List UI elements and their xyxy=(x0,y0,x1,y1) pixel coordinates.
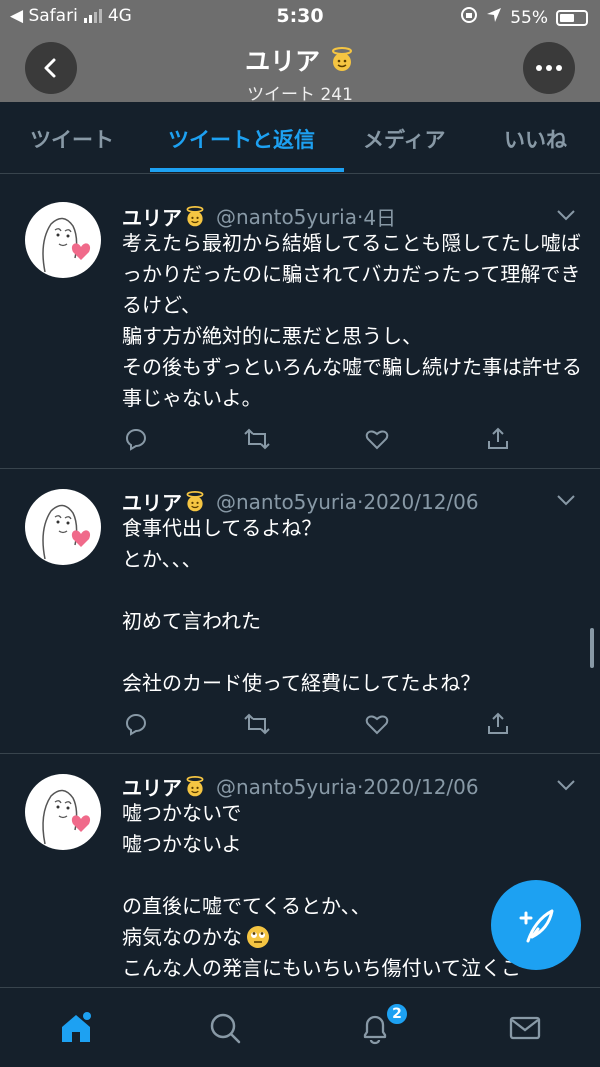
orientation-lock-icon xyxy=(460,6,478,29)
tweet-handle[interactable]: @nanto5yuria xyxy=(216,490,357,514)
scroll-indicator[interactable] xyxy=(590,628,594,668)
reply-icon[interactable] xyxy=(122,425,150,453)
search-icon[interactable] xyxy=(207,1010,243,1046)
angel-emoji-icon xyxy=(331,47,352,71)
battery-icon xyxy=(556,9,588,26)
mail-icon[interactable] xyxy=(507,1010,543,1046)
tweet-date: 4日 xyxy=(363,206,397,230)
angel-emoji-icon xyxy=(186,775,204,796)
tweet-item[interactable]: ユリア @nanto5yuria · 2020/12/06 食事代出してるよね？… xyxy=(0,469,600,754)
tweet-date: 2020/12/06 xyxy=(363,489,479,514)
compose-tweet-button[interactable] xyxy=(491,880,581,970)
reply-icon[interactable] xyxy=(122,710,150,738)
location-icon xyxy=(486,7,502,28)
active-tab-indicator xyxy=(150,168,344,172)
tweet-handle[interactable]: @nanto5yuria xyxy=(216,775,357,799)
tweet-handle[interactable]: @nanto5yuria xyxy=(216,205,357,229)
profile-tabs: ツイート ツイートと返信 メディア いいね xyxy=(0,102,600,174)
like-icon[interactable] xyxy=(363,425,391,453)
avatar[interactable] xyxy=(25,774,101,850)
avatar[interactable] xyxy=(25,489,101,565)
more-dots-icon xyxy=(536,65,562,71)
retweet-icon[interactable] xyxy=(243,425,271,453)
chevron-down-icon[interactable] xyxy=(556,776,576,795)
angel-emoji-icon xyxy=(186,205,204,226)
notification-badge: 2 xyxy=(385,1002,409,1026)
tweet-author-name[interactable]: ユリア xyxy=(122,772,182,801)
avatar[interactable] xyxy=(25,202,101,278)
tweet-actions xyxy=(122,710,512,738)
chevron-down-icon[interactable] xyxy=(556,206,576,225)
tab-tweets[interactable]: ツイート xyxy=(30,124,114,154)
tweet-item[interactable]: ユリア @nanto5yuria · 4日 考えたら最初から結婚してることも隠し… xyxy=(0,184,600,469)
tweet-line: 病気なのかな xyxy=(122,925,242,949)
tweet-text: 食事代出してるよね？ とか、、、 初めて言われた 会社のカード使って経費にしてた… xyxy=(122,516,481,695)
page-title: ユリア xyxy=(245,47,321,76)
home-icon[interactable] xyxy=(58,1010,94,1046)
tweet-author-name[interactable]: ユリア xyxy=(122,487,182,516)
rolling-eyes-emoji-icon xyxy=(247,926,269,948)
tweet-line: 嘘つかないで xyxy=(122,801,242,825)
angel-emoji-icon xyxy=(186,490,204,511)
share-icon[interactable] xyxy=(484,425,512,453)
tweet-actions xyxy=(122,425,512,453)
tab-media[interactable]: メディア xyxy=(363,124,446,154)
more-options-button[interactable] xyxy=(523,42,575,94)
header-bar: ◀ Safari 4G 5:30 55% ユリア ツイート 241 xyxy=(0,0,600,105)
bottom-nav xyxy=(0,987,600,1067)
share-icon[interactable] xyxy=(484,710,512,738)
retweet-icon[interactable] xyxy=(243,710,271,738)
compose-feather-icon xyxy=(519,909,554,943)
chevron-down-icon[interactable] xyxy=(556,491,576,510)
tab-tweets-and-replies[interactable]: ツイートと返信 xyxy=(168,124,315,154)
tab-likes[interactable]: いいね xyxy=(504,124,567,154)
status-bar: ◀ Safari 4G 5:30 55% xyxy=(0,0,600,34)
tweet-text: 考えたら最初から結婚してることも隠してたし嘘ばっかりだったのに騙されてバカだった… xyxy=(122,231,582,410)
tweet-line: 嘘つかないよ xyxy=(122,832,242,856)
tweet-date: 2020/12/06 xyxy=(363,774,479,799)
battery-percent: 55% xyxy=(510,7,548,28)
tweet-author-name[interactable]: ユリア xyxy=(122,202,182,231)
profile-title: ユリア ツイート 241 xyxy=(0,42,600,105)
like-icon[interactable] xyxy=(363,710,391,738)
